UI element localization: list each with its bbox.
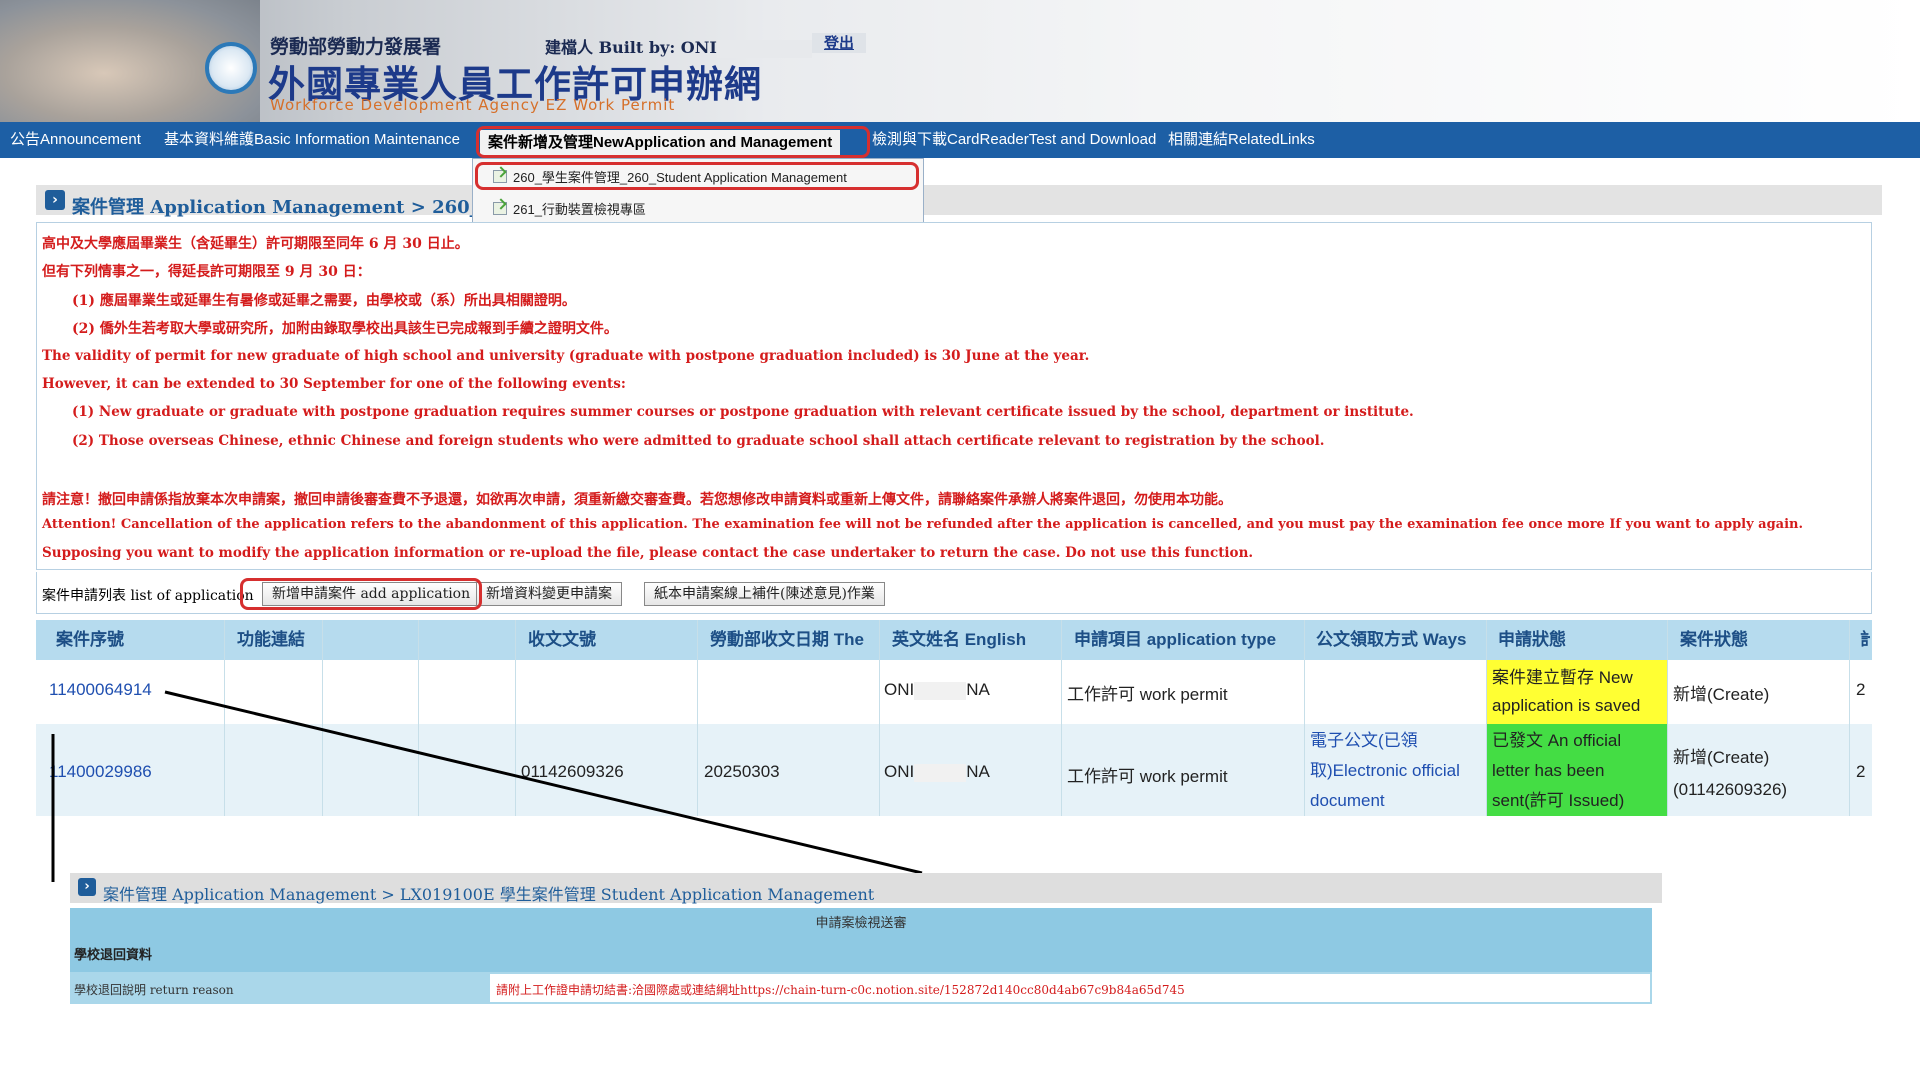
callout-line [164, 690, 923, 875]
detail-breadcrumb: 案件管理 Application Management > LX019100E … [103, 885, 875, 904]
school-return-section-title: 學校退回資料 [74, 948, 153, 963]
review-panel-title: 申請案檢視送審 [815, 916, 907, 931]
return-reason-label: 學校退回說明 return reason [74, 983, 234, 997]
return-reason-value: 請附上工作證申請切結書:洽國際處或連結網址https://chain-turn-… [496, 983, 1185, 997]
breadcrumb-arrow-icon: › [78, 878, 96, 896]
